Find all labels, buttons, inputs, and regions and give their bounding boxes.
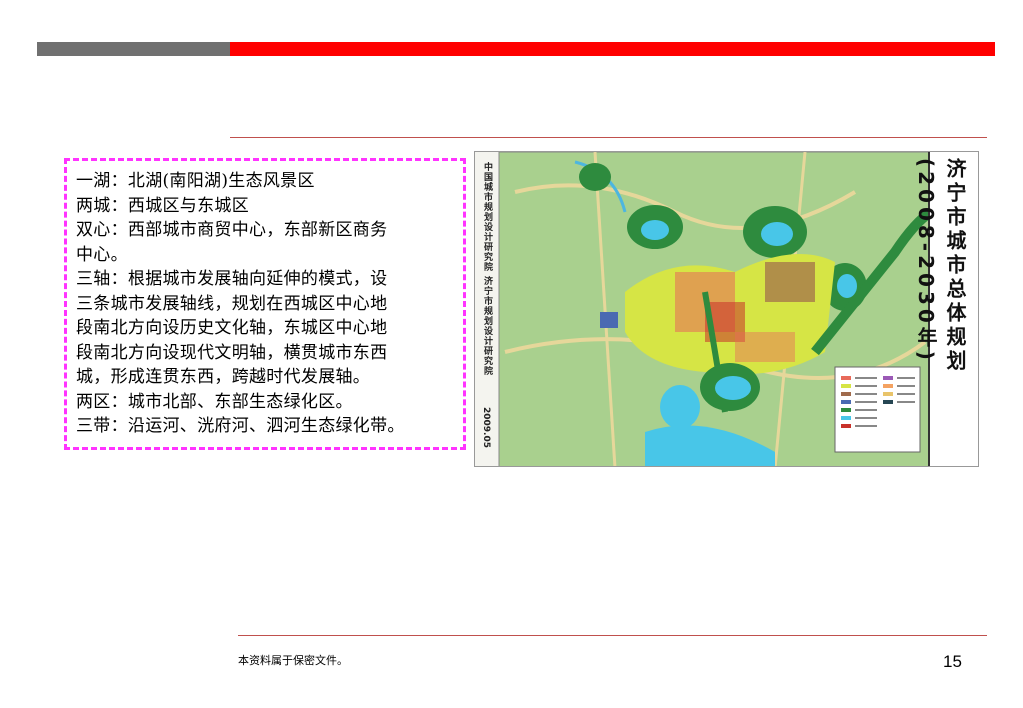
text-line: 三带：沿运河、洸府河、泗河生态绿化带。: [76, 416, 405, 436]
text-line: 中心。: [76, 244, 128, 265]
map-title: 济宁市城市总体规划(2008-2030年): [914, 158, 967, 374]
text-line: 三条城市发展轴线，规划在西城区中心地: [76, 293, 388, 314]
top-divider: [230, 137, 987, 138]
text-line: 城，形成连贯东西，跨越时代发展轴。: [76, 367, 371, 387]
text-line: 两区：城市北部、东部生态绿化区。: [76, 391, 353, 412]
bottom-divider: [238, 635, 987, 636]
map-illustration: [498, 152, 934, 466]
header-red-bar: [230, 42, 995, 56]
page-number: 15: [943, 652, 962, 671]
text-line: 两城：西城区与东城区: [76, 195, 249, 216]
text-line: 段南北方向设历史文化轴，东城区中心地: [76, 318, 388, 338]
city-plan-map: 中国城市规划设计研究院 济宁市规划设计研究院 2009.05 济宁市城市总体规划…: [474, 151, 979, 467]
confidential-note: 本资料属于保密文件。: [238, 654, 348, 667]
header-gray-bar: [37, 42, 230, 56]
map-institute-label: 中国城市规划设计研究院 济宁市规划设计研究院: [482, 162, 492, 377]
text-line: 双心：西部城市商贸中心，东部新区商务: [76, 220, 388, 240]
text-line: 一湖：北湖(南阳湖)生态风景区: [76, 171, 315, 191]
text-line: 段南北方向设现代文明轴，横贯城市东西: [76, 342, 388, 363]
map-title-panel: 济宁市城市总体规划(2008-2030年): [914, 152, 978, 466]
map-date-label: 2009.05: [481, 407, 491, 448]
text-line: 三轴：根据城市发展轴向延伸的模式，设: [76, 269, 388, 289]
plan-description-box: 一湖：北湖(南阳湖)生态风景区 两城：西城区与东城区 双心：西部城市商贸中心，东…: [64, 158, 466, 450]
